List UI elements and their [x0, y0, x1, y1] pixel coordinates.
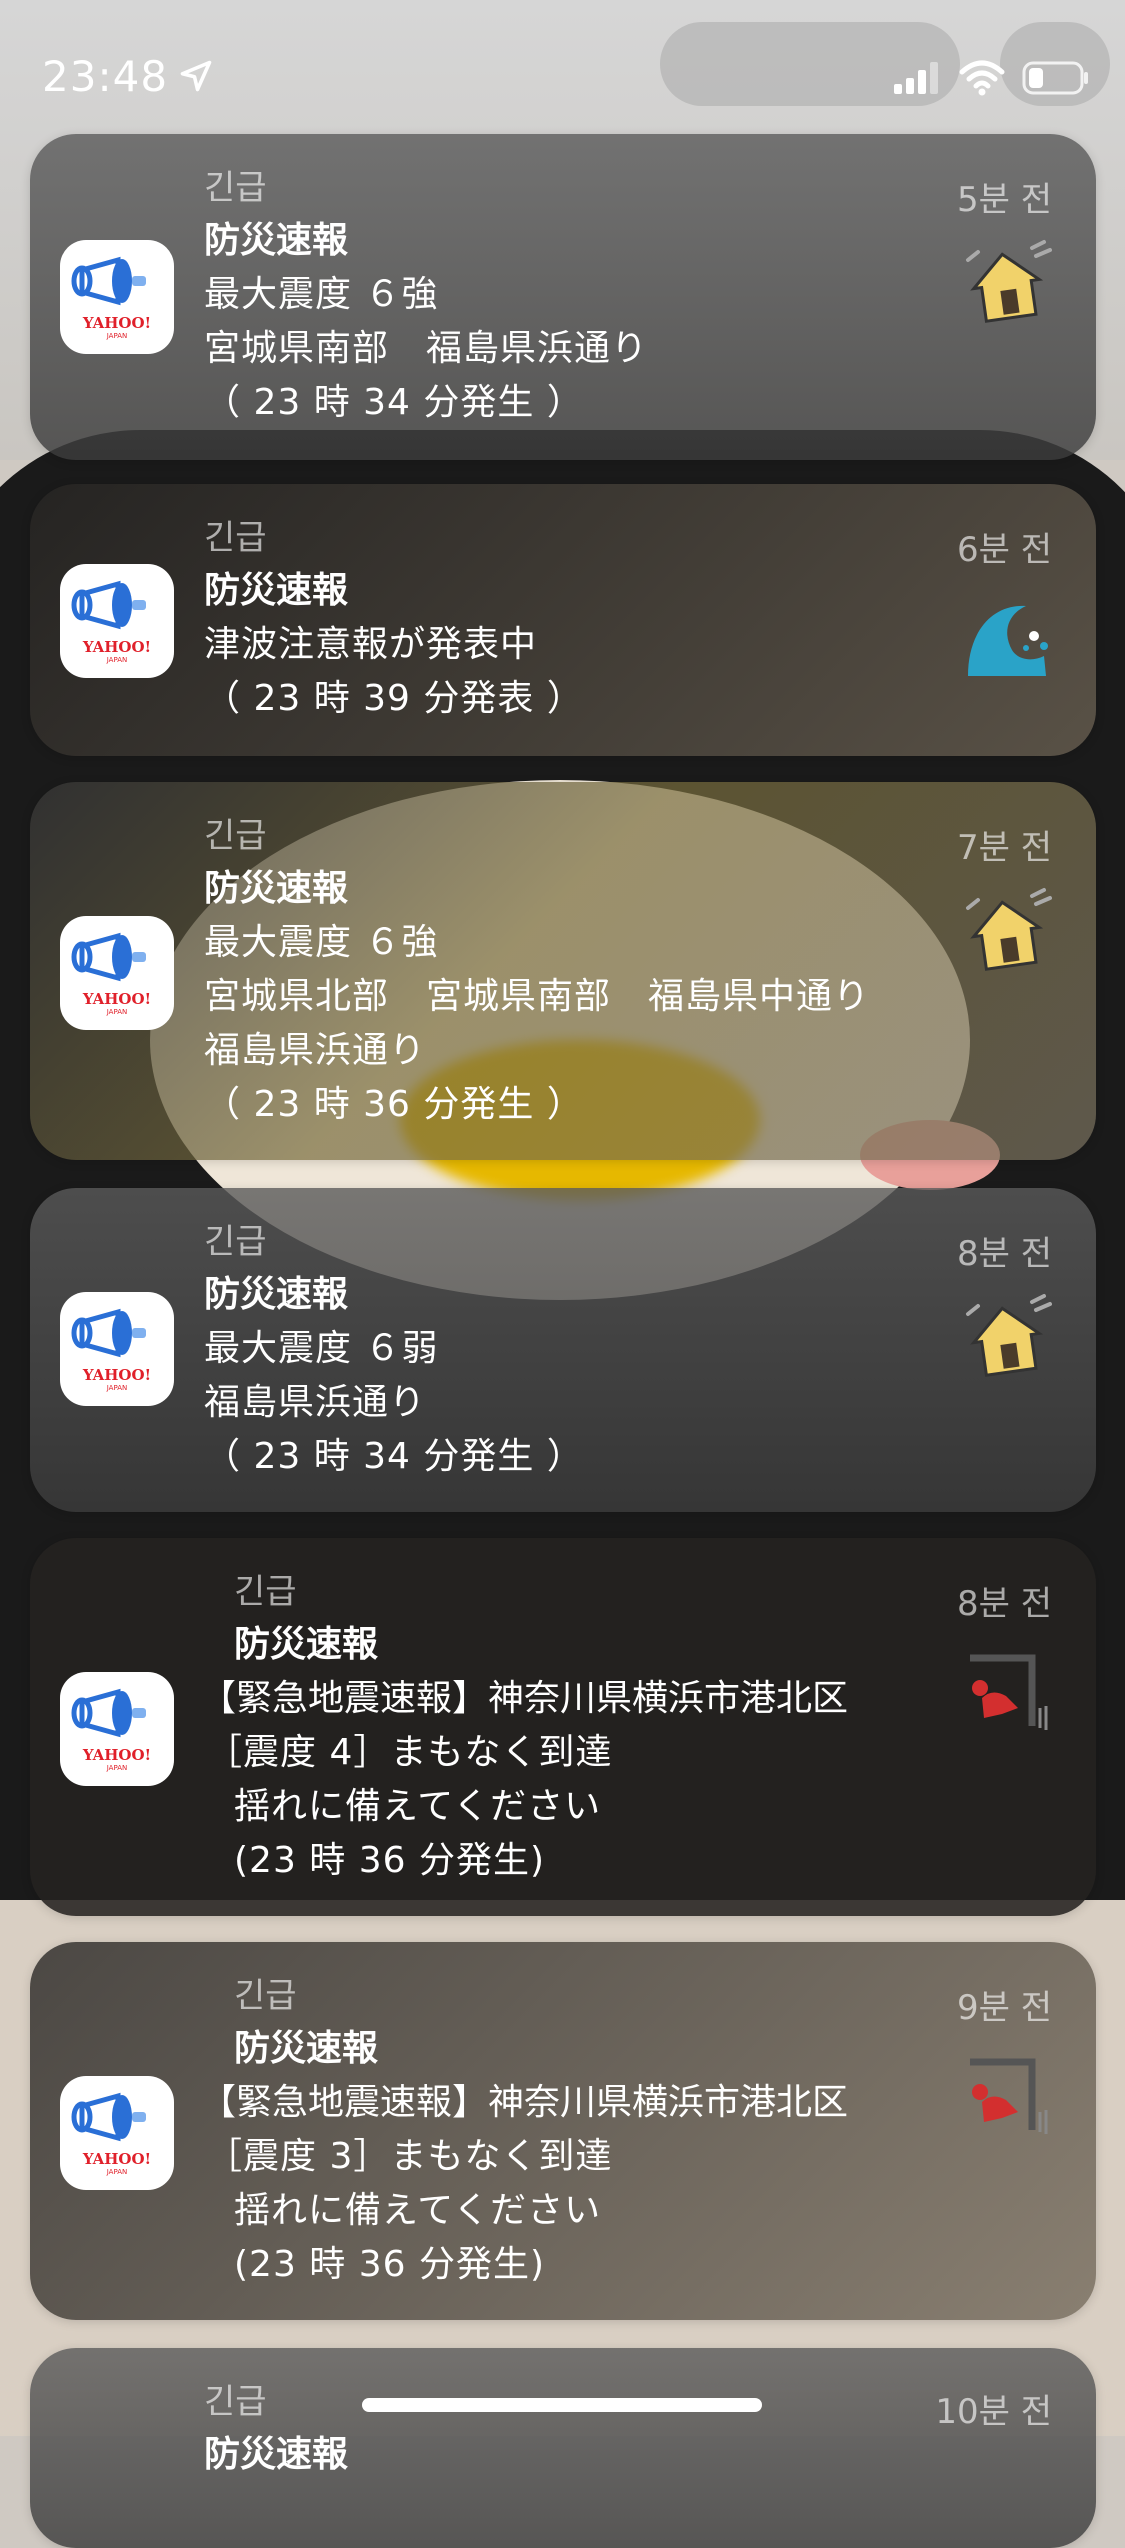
status-bar: 23:48 [0, 0, 1125, 140]
notification-title: 防災速報 [204, 1274, 349, 1315]
yahoo-bousai-app-icon: YAHOO! JAPAN [60, 1292, 174, 1406]
notification-time: 8분 전 [957, 1584, 1052, 1624]
notification-card[interactable]: YAHOO! JAPAN 긴급 防災速報 最大震度 ６強 宮城県南部 福島県浜通… [30, 134, 1096, 460]
notification-line: （ 23 時 36 分発生 ） [204, 1084, 584, 1125]
notification-line: 津波注意報が発表中 [204, 624, 538, 665]
app-icon-brand: YAHOO! [82, 990, 152, 1008]
notification-title: 防災速報 [234, 2028, 379, 2069]
notification-line: （ 23 時 34 分発生 ） [204, 382, 584, 423]
notification-line: 福島県浜通り [204, 1382, 427, 1423]
notification-card[interactable]: YAHOO! JAPAN 긴급 防災速報 最大震度 ６強 宮城県北部 宮城県南部… [30, 782, 1096, 1160]
app-icon-brand: YAHOO! [82, 314, 152, 332]
notification-line: 最大震度 ６強 [204, 274, 439, 315]
yahoo-bousai-app-icon: YAHOO! JAPAN [60, 2076, 174, 2190]
notification-card[interactable]: YAHOO! JAPAN 긴급 防災速報 【緊急地震速報】神奈川県横浜市港北区 … [30, 1942, 1096, 2320]
home-indicator[interactable] [362, 2398, 762, 2412]
take-cover-icon [970, 1654, 1048, 1730]
notification-line: 宮城県北部 宮城県南部 福島県中通り [204, 976, 871, 1017]
notification-line: （ 23 時 39 分発表 ） [204, 678, 584, 719]
notification-card[interactable]: 긴급 防災速報 10분 전 [30, 2348, 1096, 2548]
notification-label: 긴급 [204, 168, 267, 208]
notification-line: ［震度 4］まもなく到達 [206, 1732, 613, 1773]
notification-line: 【緊急地震速報】神奈川県横浜市港北区 [200, 2082, 849, 2123]
notification-time: 7분 전 [957, 828, 1052, 868]
earthquake-house-icon [966, 240, 1052, 323]
earthquake-house-icon [966, 888, 1052, 971]
earthquake-house-icon [966, 1294, 1052, 1377]
notification-title: 防災速報 [234, 1624, 379, 1665]
app-icon-brand: YAHOO! [82, 1746, 152, 1764]
app-icon-brand: YAHOO! [82, 638, 152, 656]
notification-time: 10분 전 [935, 2392, 1052, 2432]
app-icon-sub: JAPAN [106, 1008, 128, 1016]
notification-line: ［震度 3］まもなく到達 [206, 2136, 613, 2177]
notification-time: 5분 전 [957, 180, 1052, 220]
notification-line: 福島県浜通り [204, 1030, 427, 1071]
notification-title: 防災速報 [204, 868, 349, 909]
notification-line: 最大震度 ６弱 [204, 1328, 439, 1369]
yahoo-bousai-app-icon: YAHOO! JAPAN [60, 240, 174, 354]
app-icon-sub: JAPAN [106, 656, 128, 664]
notification-line: 宮城県南部 福島県浜通り [204, 328, 649, 369]
yahoo-bousai-app-icon: YAHOO! JAPAN [60, 916, 174, 1030]
notification-time: 8분 전 [957, 1234, 1052, 1274]
notification-title: 防災速報 [204, 220, 349, 261]
tsunami-wave-icon [968, 605, 1048, 676]
notification-card[interactable]: YAHOO! JAPAN 긴급 防災速報 最大震度 ６弱 福島県浜通り （ 23… [30, 1188, 1096, 1512]
notification-line: 揺れに備えてください [234, 1786, 602, 1827]
app-icon-sub: JAPAN [106, 1384, 128, 1392]
notification-time: 6분 전 [957, 530, 1052, 570]
notification-line: 最大震度 ６強 [204, 922, 439, 963]
app-icon-brand: YAHOO! [82, 2150, 152, 2168]
notification-card[interactable]: YAHOO! JAPAN 긴급 防災速報 津波注意報が発表中 （ 23 時 39… [30, 484, 1096, 756]
notification-label: 긴급 [234, 1572, 297, 1612]
app-icon-sub: JAPAN [106, 332, 128, 340]
notification-line: （ 23 時 34 分発生 ） [204, 1436, 584, 1477]
notification-line: 【緊急地震速報】神奈川県横浜市港北区 [200, 1678, 849, 1719]
notification-line: 揺れに備えてください [234, 2190, 602, 2231]
notification-time: 9분 전 [957, 1988, 1052, 2028]
notification-line: (23 時 36 分発生) [234, 1840, 546, 1881]
app-icon-sub: JAPAN [106, 1764, 128, 1772]
notification-title: 防災速報 [204, 570, 349, 611]
status-time: 23:48 [42, 52, 169, 101]
notification-line: (23 時 36 分発生) [234, 2244, 546, 2285]
wifi-icon [959, 60, 1005, 96]
notification-title: 防災速報 [204, 2434, 349, 2475]
app-icon-brand: YAHOO! [82, 1366, 152, 1384]
notification-label: 긴급 [204, 1222, 267, 1262]
location-arrow-icon [180, 60, 212, 92]
notification-card[interactable]: YAHOO! JAPAN 긴급 防災速報 【緊急地震速報】神奈川県横浜市港北区 … [30, 1538, 1096, 1916]
yahoo-bousai-app-icon: YAHOO! JAPAN [60, 1672, 174, 1786]
battery-icon [1022, 61, 1088, 95]
take-cover-icon [970, 2058, 1048, 2134]
notification-label: 긴급 [204, 518, 267, 558]
notification-label: 긴급 [204, 816, 267, 856]
yahoo-bousai-app-icon: YAHOO! JAPAN [60, 564, 174, 678]
notification-label: 긴급 [234, 1976, 297, 2016]
app-icon-sub: JAPAN [106, 2168, 128, 2176]
cellular-signal-icon [894, 62, 938, 94]
